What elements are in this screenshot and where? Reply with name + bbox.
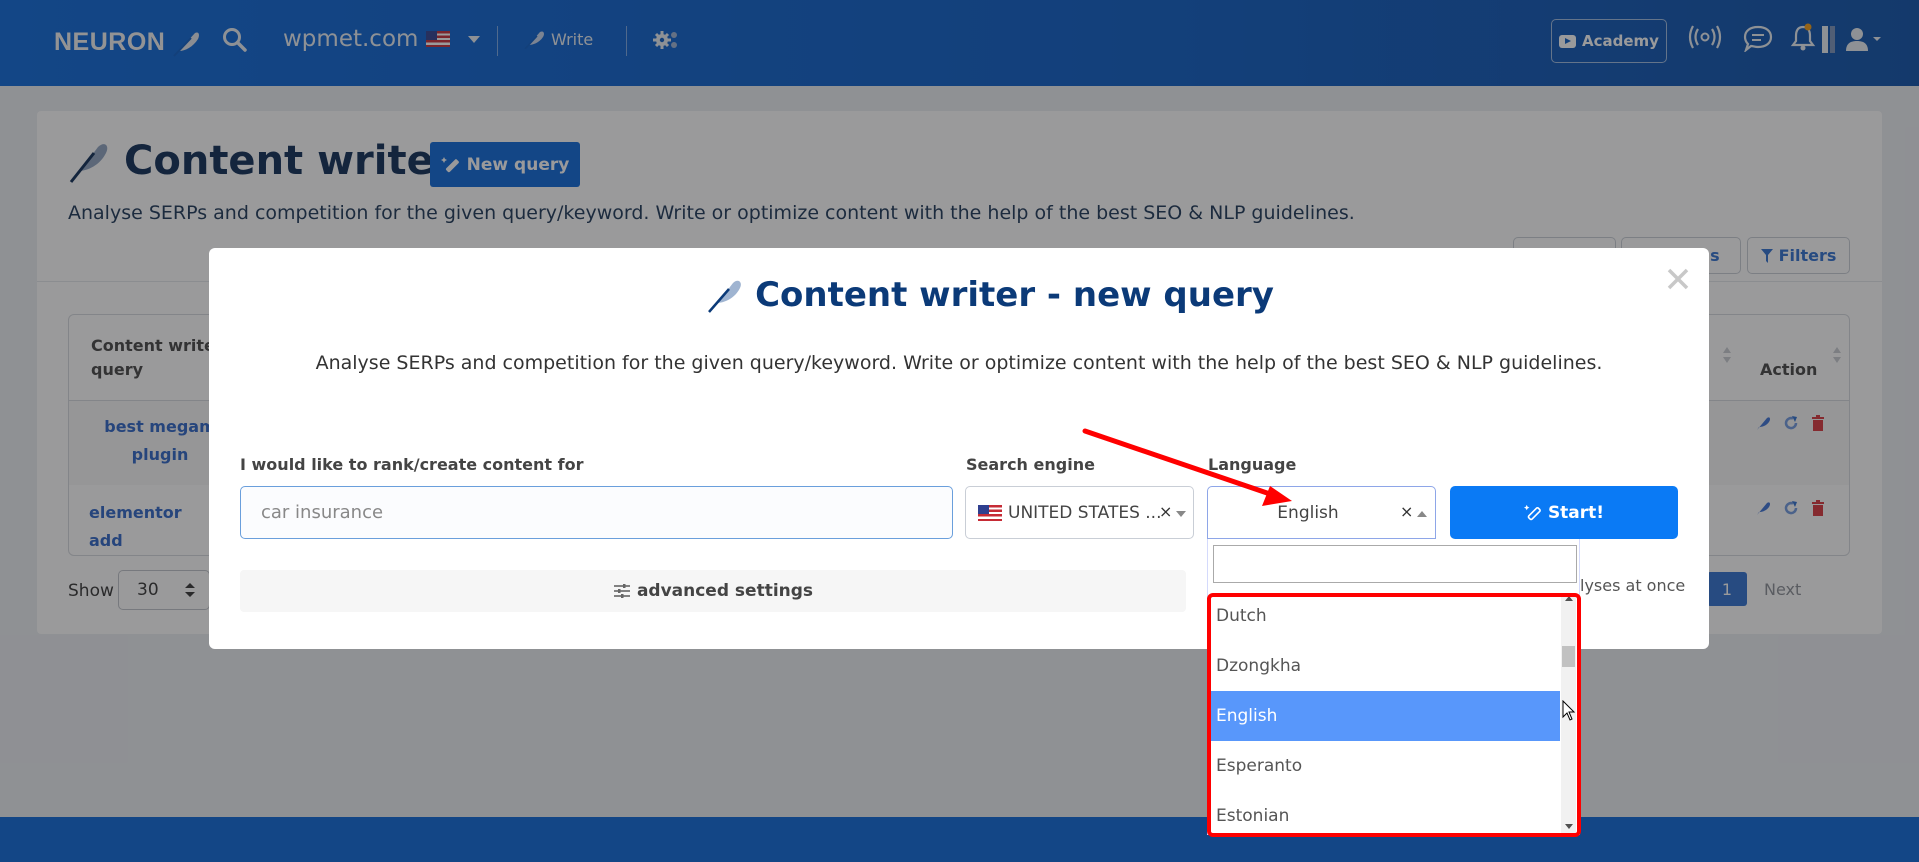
language-options-list[interactable]: Dutch Dzongkha English Esperanto Estonia… xyxy=(1210,594,1578,834)
search-engine-value: UNITED STATES ... xyxy=(1008,502,1162,523)
modal-description: Analyse SERPs and competition for the gi… xyxy=(315,352,1603,374)
start-label: Start! xyxy=(1547,502,1605,523)
dropdown-scrollbar-thumb[interactable] xyxy=(1562,646,1575,667)
language-label: Language xyxy=(1208,455,1297,474)
language-option[interactable]: Estonian xyxy=(1210,791,1560,834)
flag-us-icon xyxy=(978,504,1002,521)
mouse-cursor-icon xyxy=(1562,700,1576,721)
clear-icon[interactable]: × xyxy=(1159,502,1172,521)
chevron-down-icon xyxy=(1176,511,1186,517)
analyses-info-text: lyses at once xyxy=(1580,576,1686,595)
start-button[interactable]: Start! xyxy=(1450,486,1678,539)
magic-wand-icon xyxy=(1523,504,1541,520)
sliders-icon xyxy=(613,584,630,598)
language-option[interactable]: Dzongkha xyxy=(1210,641,1560,691)
query-label: I would like to rank/create content for xyxy=(240,455,584,474)
chevron-up-icon xyxy=(1417,511,1427,517)
search-engine-select[interactable]: UNITED STATES ... × xyxy=(965,486,1194,539)
search-engine-label: Search engine xyxy=(966,455,1095,474)
modal-title: Content writer - new query xyxy=(755,275,1274,315)
advanced-settings-label: advanced settings xyxy=(636,581,814,601)
language-value: English xyxy=(1277,502,1339,523)
language-option[interactable]: Dutch xyxy=(1210,594,1560,641)
scroll-down-icon[interactable] xyxy=(1565,824,1573,829)
language-select[interactable]: English × xyxy=(1207,486,1436,539)
advanced-settings-toggle[interactable]: advanced settings xyxy=(240,570,1186,612)
query-input[interactable] xyxy=(240,486,953,539)
close-icon[interactable] xyxy=(1665,266,1691,292)
scroll-up-icon[interactable] xyxy=(1565,596,1573,601)
feather-icon xyxy=(708,280,741,313)
language-search-input[interactable] xyxy=(1213,545,1577,583)
language-option-selected[interactable]: English xyxy=(1210,691,1560,741)
language-option[interactable]: Esperanto xyxy=(1210,741,1560,791)
clear-icon[interactable]: × xyxy=(1400,502,1413,521)
